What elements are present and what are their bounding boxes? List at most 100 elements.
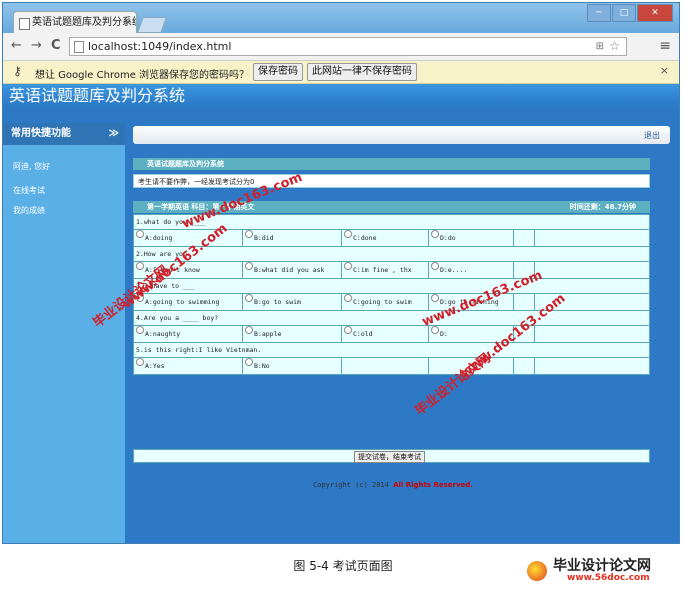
option-c[interactable]: C:im fine , thx <box>341 261 429 279</box>
brand-name: 毕业设计论文网 <box>553 558 651 574</box>
question-text: 4.Are you a ____ boy? <box>133 310 650 326</box>
option-b[interactable]: B:did <box>242 229 342 247</box>
infobar-close-icon[interactable]: × <box>660 64 669 77</box>
option-a[interactable]: A:Yes <box>133 357 243 375</box>
page-info-icon[interactable] <box>74 41 84 53</box>
greeting-text: 阿迪, 您好 <box>13 162 51 171</box>
question-text: 2.How are you <box>133 246 650 262</box>
option-d[interactable]: D:e.... <box>428 261 514 279</box>
new-tab-button[interactable] <box>137 17 167 33</box>
infobar-message: 想让 Google Chrome 浏览器保存您的密码吗？ <box>35 70 250 81</box>
page-icon <box>19 18 30 30</box>
logout-link[interactable]: 退出 <box>644 130 660 141</box>
radio-option-b[interactable] <box>245 230 253 238</box>
option-c[interactable]: C:old <box>341 325 429 343</box>
sidebar-item-my-scores[interactable]: 我的成绩 <box>13 205 45 216</box>
radio-option-d[interactable] <box>431 230 439 238</box>
menu-icon[interactable]: ≡ <box>659 38 671 54</box>
exam-notice: 考生请不要作弊，一经发现考试分为0 <box>133 174 650 188</box>
password-infobar: ⚷ 想让 Google Chrome 浏览器保存您的密码吗？ 保存密码 此网站一… <box>3 61 679 84</box>
option-c[interactable]: C:done <box>341 229 429 247</box>
never-save-button[interactable]: 此网站一律不保存密码 <box>307 63 417 81</box>
radio-option-a[interactable] <box>136 358 144 366</box>
browser-tab[interactable]: 英语试题题库及判分系统 × <box>13 11 137 33</box>
minimize-button[interactable]: ─ <box>587 4 611 22</box>
question-row: 4.Are you a ____ boy? <box>133 310 650 326</box>
submit-exam-button[interactable]: 提交试卷，结束考试 <box>354 451 425 463</box>
app-header: 英语试题题库及判分系统 <box>3 84 679 107</box>
radio-option-c[interactable] <box>344 294 352 302</box>
radio-option-c[interactable] <box>344 230 352 238</box>
options-row: A:naughty B:apple C:old D: <box>133 325 650 343</box>
empty-cell <box>513 293 535 311</box>
panel-title: 英语试题题库及判分系统 <box>133 158 650 170</box>
copyright: Copyright (c) 2014 All Rights Reserved. <box>313 481 473 489</box>
reload-icon[interactable]: C <box>51 38 61 53</box>
option-b[interactable]: B:go to swim <box>242 293 342 311</box>
close-window-button[interactable]: ✕ <box>637 4 673 22</box>
options-row: A:I don't know B:what did you ask C:im f… <box>133 261 650 279</box>
radio-option-b[interactable] <box>245 262 253 270</box>
radio-option-d[interactable] <box>431 262 439 270</box>
timer-text: 时间还剩：48.7分钟 <box>569 203 636 211</box>
options-row: A:Yes B:No <box>133 357 650 375</box>
sidebar-header[interactable]: 常用快捷功能 ≫ <box>3 123 125 145</box>
question-text: 5.is this right:I like Vietnman. <box>133 342 650 358</box>
radio-option-a[interactable] <box>136 326 144 334</box>
empty-cell <box>513 357 535 375</box>
radio-option-b[interactable] <box>245 294 253 302</box>
radio-option-b[interactable] <box>245 358 253 366</box>
question-row: 2.How are you <box>133 246 650 262</box>
chevron-down-icon[interactable]: ≫ <box>109 123 119 145</box>
browser-toolbar: ← → C localhost:1049/index.html ⊞ ☆ ≡ <box>3 33 679 61</box>
empty-cell <box>534 357 650 375</box>
options-row: A:going to swimming B:go to swim C:going… <box>133 293 650 311</box>
option-b[interactable]: B:No <box>242 357 342 375</box>
translate-icon[interactable]: ⊞ <box>596 38 604 55</box>
address-bar[interactable]: localhost:1049/index.html ⊞ ☆ <box>69 37 627 56</box>
submit-row: 提交试卷，结束考试 <box>133 449 650 463</box>
radio-option-d[interactable] <box>431 294 439 302</box>
question-text: 3.I have to ___ <box>133 278 650 294</box>
window-controls: ─ □ ✕ <box>586 4 673 22</box>
save-password-button[interactable]: 保存密码 <box>253 63 303 81</box>
option-a[interactable]: A:naughty <box>133 325 243 343</box>
tab-bar: 英语试题题库及判分系统 × ─ □ ✕ <box>3 3 679 33</box>
tab-close-icon[interactable]: × <box>124 12 132 33</box>
browser-window: 英语试题题库及判分系统 × ─ □ ✕ ← → C localhost:1049… <box>2 2 680 544</box>
option-d[interactable]: D:do <box>428 229 514 247</box>
main-content: 退出 英语试题题库及判分系统 考生请不要作弊，一经发现考试分为0 第一学期英语 … <box>129 126 679 540</box>
back-icon[interactable]: ← <box>11 38 22 53</box>
key-icon: ⚷ <box>13 64 22 78</box>
option-b[interactable]: B:apple <box>242 325 342 343</box>
app-title: 英语试题题库及判分系统 <box>9 86 186 105</box>
radio-option-c[interactable] <box>344 326 352 334</box>
option-b[interactable]: B:what did you ask <box>242 261 342 279</box>
brand-logo: 毕业设计论文网 www.56doc.com <box>519 553 684 585</box>
option-a[interactable]: A:going to swimming <box>133 293 243 311</box>
sidebar-item-online-exam[interactable]: 在线考试 <box>13 185 45 196</box>
top-bar: 退出 <box>133 126 670 144</box>
empty-cell <box>534 325 650 343</box>
radio-option-c[interactable] <box>344 262 352 270</box>
option-c[interactable]: C:going to swim <box>341 293 429 311</box>
sidebar: 常用快捷功能 ≫ 阿迪, 您好 在线考试 我的成绩 <box>3 123 125 543</box>
forward-icon[interactable]: → <box>31 38 42 53</box>
brand-url: www.56doc.com <box>567 573 650 583</box>
empty-cell <box>341 357 429 375</box>
brand-circle-icon <box>527 561 547 581</box>
sidebar-header-label: 常用快捷功能 <box>11 128 71 139</box>
url-text[interactable]: localhost:1049/index.html <box>88 40 231 53</box>
maximize-button[interactable]: □ <box>612 4 636 22</box>
empty-cell <box>534 261 650 279</box>
empty-cell <box>534 229 650 247</box>
bookmark-star-icon[interactable]: ☆ <box>609 38 620 55</box>
question-row: 3.I have to ___ <box>133 278 650 294</box>
radio-option-b[interactable] <box>245 326 253 334</box>
radio-option-a[interactable] <box>136 230 144 238</box>
panel-title-text: 英语试题题库及判分系统 <box>147 160 224 168</box>
empty-cell <box>513 229 535 247</box>
question-row: 5.is this right:I like Vietnman. <box>133 342 650 358</box>
copyright-text: Copyright (c) 2014 <box>313 481 389 489</box>
radio-option-a[interactable] <box>136 262 144 270</box>
